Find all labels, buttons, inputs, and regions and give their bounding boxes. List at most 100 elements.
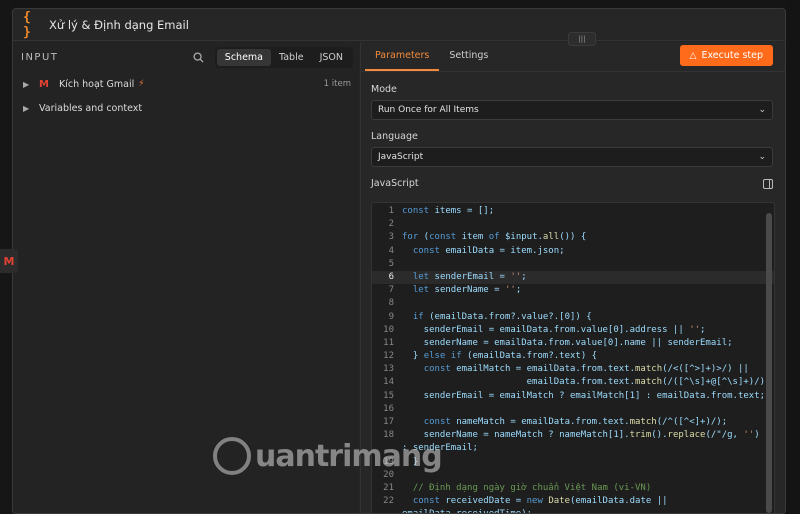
code-text: if (emailData.from?.value?.[0]) { — [412, 311, 592, 322]
code-text: // Định dạng ngày giờ chuẩn Việt Nam (vi… — [402, 482, 652, 493]
language-label: Language — [371, 131, 418, 142]
editor-scrollbar-thumb[interactable] — [766, 213, 772, 513]
line-number: 4 — [388, 245, 394, 256]
code-text: emailData.from.text.match(/([^\s]+@[^\s]… — [402, 377, 771, 388]
code-line[interactable]: 2 — [372, 218, 774, 231]
line-number: 6 — [388, 271, 394, 282]
code-line[interactable]: 16 — [372, 403, 774, 416]
tree-item-gmail-trigger[interactable]: ▶ M Kích hoạt Gmail ⚡ 1 item — [13, 72, 359, 96]
tab-parameters[interactable]: Parameters — [365, 50, 440, 71]
lightning-bolt-icon: ⚡ — [138, 79, 145, 89]
parameters-tabs: ||| Parameters Settings △ Execute step — [361, 32, 785, 72]
view-mode-switch: Schema Table JSON — [214, 46, 353, 68]
line-number: 22 — [383, 496, 394, 507]
line-number: 21 — [383, 482, 394, 493]
drag-handle[interactable]: ||| — [568, 32, 596, 46]
code-text: let senderName = ''; — [412, 285, 522, 296]
code-line[interactable]: 14 emailData.from.text.match(/([^\s]+@[^… — [372, 376, 774, 389]
code-text: } else if (emailData.from?.text) { — [402, 351, 598, 362]
line-number — [372, 508, 394, 513]
line-number: 1 — [388, 206, 394, 216]
search-icon[interactable] — [191, 49, 207, 65]
line-number: 7 — [388, 285, 394, 296]
line-number: 16 — [383, 403, 394, 414]
item-count: 1 item — [323, 79, 351, 89]
code-line[interactable]: 8 — [372, 297, 774, 310]
expand-panel-icon[interactable] — [763, 178, 773, 189]
code-line[interactable]: 5 — [372, 258, 774, 271]
code-text: senderName = emailData.from.value[0].nam… — [402, 337, 733, 348]
code-text: senderEmail = emailData.from.value[0].ad… — [402, 324, 706, 335]
line-number: 5 — [388, 258, 394, 269]
code-text: const emailMatch = emailData.from.text.m… — [423, 364, 749, 375]
tab-settings[interactable]: Settings — [439, 50, 498, 71]
code-line[interactable]: 17 const nameMatch = emailData.from.text… — [372, 416, 774, 429]
code-braces-icon: { } — [23, 9, 31, 40]
tree-item-label: Variables and context — [39, 102, 143, 114]
watermark-circle-icon — [213, 437, 251, 475]
execute-step-button[interactable]: △ Execute step — [679, 45, 773, 66]
chevron-down-icon: ⌄ — [758, 105, 766, 115]
code-text: let senderEmail = ''; — [412, 271, 527, 282]
code-text: emailData.receivedTime); — [394, 508, 532, 513]
side-gmail-node-icon[interactable]: M — [0, 249, 18, 273]
input-header: INPUT Schema Table JSON — [13, 42, 359, 72]
code-text: const nameMatch = emailData.from.text.ma… — [423, 417, 728, 427]
watermark-logo: uantrimang — [213, 437, 443, 475]
flask-icon: △ — [689, 50, 697, 61]
code-line[interactable]: emailData.receivedTime); — [372, 508, 774, 513]
input-title: INPUT — [21, 51, 59, 63]
chevron-right-icon[interactable]: ▶ — [23, 104, 33, 113]
mode-label: Mode — [371, 84, 397, 95]
editor-scrollbar[interactable] — [766, 205, 772, 513]
code-text: const receivedDate = new Date(emailData.… — [412, 496, 668, 507]
view-tab-json[interactable]: JSON — [312, 49, 351, 66]
language-select[interactable]: JavaScript ⌄ — [371, 147, 773, 167]
line-number: 13 — [383, 364, 394, 375]
code-line[interactable]: 11 senderName = emailData.from.value[0].… — [372, 337, 774, 350]
chevron-down-icon: ⌄ — [758, 152, 766, 162]
language-value: JavaScript — [378, 152, 424, 162]
chevron-right-icon[interactable]: ▶ — [23, 80, 33, 89]
code-text: const items = []; — [402, 206, 495, 216]
line-number: 8 — [388, 298, 394, 309]
code-line[interactable]: 3 for (const item of $input.all()) { — [372, 231, 774, 244]
tree-item-label: Kích hoạt Gmail — [59, 78, 135, 90]
code-line[interactable]: 4 const emailData = item.json; — [372, 245, 774, 258]
view-tab-schema[interactable]: Schema — [216, 48, 271, 66]
code-text: senderName = nameMatch ? nameMatch[1].tr… — [402, 430, 760, 441]
gmail-icon: M — [39, 78, 49, 90]
code-line[interactable]: 12 } else if (emailData.from?.text) { — [372, 350, 774, 363]
code-line[interactable]: 1 const items = []; — [372, 205, 774, 218]
code-line[interactable]: 6 let senderEmail = ''; — [372, 270, 774, 285]
code-line[interactable]: 21 // Định dạng ngày giờ chuẩn Việt Nam … — [372, 482, 774, 495]
line-number: 2 — [388, 219, 394, 230]
line-number: 17 — [383, 417, 394, 427]
background-app-right — [786, 0, 800, 514]
watermark-text: uantrimang — [255, 438, 443, 474]
code-line[interactable]: 10 senderEmail = emailData.from.value[0]… — [372, 324, 774, 337]
mode-value: Run Once for All Items — [378, 105, 479, 115]
line-number: 10 — [383, 324, 394, 335]
code-line[interactable]: 15 senderEmail = emailMatch ? emailMatch… — [372, 390, 774, 403]
code-line[interactable]: 7 let senderName = ''; — [372, 284, 774, 297]
line-number: 3 — [388, 232, 394, 243]
line-number: 11 — [383, 337, 394, 348]
line-number: 12 — [383, 351, 394, 362]
code-label-row: JavaScript — [361, 178, 785, 189]
code-line[interactable]: 22 const receivedDate = new Date(emailDa… — [372, 495, 774, 508]
modal-title: Xử lý & Định dạng Email — [49, 17, 189, 32]
view-tab-table[interactable]: Table — [271, 49, 312, 66]
execute-step-label: Execute step — [701, 50, 763, 61]
code-line[interactable]: 9 if (emailData.from?.value?.[0]) { — [372, 311, 774, 324]
code-line[interactable]: 13 const emailMatch = emailData.from.tex… — [372, 363, 774, 376]
tree-item-variables[interactable]: ▶ Variables and context — [13, 96, 359, 120]
modal-titlebar: { } Xử lý & Định dạng Email — [13, 9, 785, 41]
line-number: 9 — [388, 311, 394, 322]
mode-select[interactable]: Run Once for All Items ⌄ — [371, 100, 773, 120]
code-text: senderEmail = emailMatch ? emailMatch[1]… — [402, 390, 766, 401]
